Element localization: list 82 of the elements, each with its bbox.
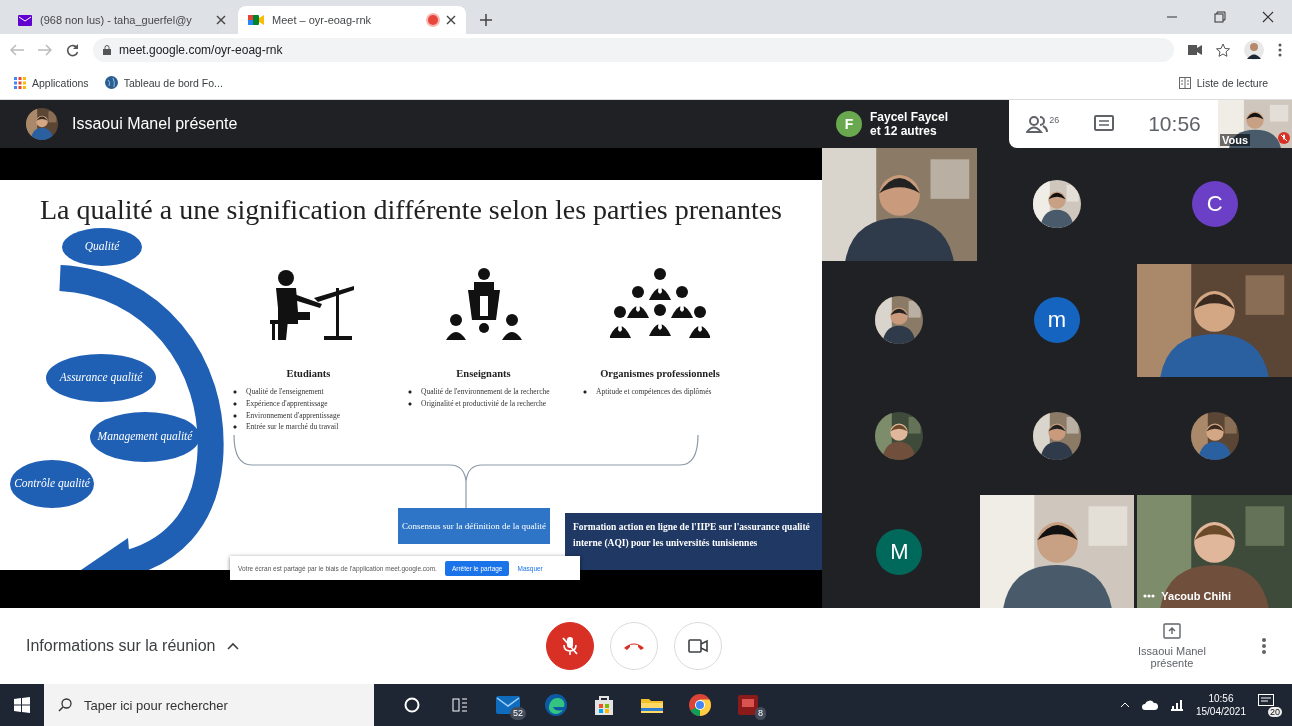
address-bar[interactable]: meet.google.com/oyr-eoag-rnk: [93, 38, 1174, 62]
participant-avatar: M: [876, 528, 923, 575]
group-heading: Etudiants: [286, 368, 331, 379]
people-group-icon: [610, 268, 710, 340]
menu-dots-icon[interactable]: [1262, 638, 1266, 654]
globe-icon: [104, 76, 118, 89]
people-button[interactable]: 26: [1026, 115, 1060, 133]
slide-title: La qualité a une signification différente selon les parties prenantes: [39, 194, 783, 226]
participant-avatar: m: [1034, 297, 1080, 344]
reading-list-button[interactable]: Liste de lecture: [1178, 76, 1268, 89]
task-view-icon[interactable]: [452, 697, 468, 713]
circle-icon[interactable]: [404, 697, 420, 713]
video-camera-icon: [248, 14, 264, 26]
group-heading: Organismes professionnels: [600, 368, 720, 379]
people-count: 26: [1049, 115, 1060, 125]
menu-dots-icon[interactable]: [1278, 43, 1282, 57]
lecture-podium-icon: [443, 268, 524, 340]
presenter-name: Issaoui Manel présente: [72, 115, 238, 133]
course-banner: Formation action en ligne de l'IIPE sur l'assurance qualité interne (AQI) pour les universités tunisiennes: [565, 513, 822, 570]
people-icon: [1026, 115, 1049, 133]
phone-hangup-icon: [623, 641, 645, 651]
caret-up-icon[interactable]: [227, 642, 240, 650]
camera-button[interactable]: [674, 622, 722, 670]
consensus-box: Consensus sur la définition de la qualité: [398, 508, 550, 544]
presenting-status: Issaoui Manel présente: [1137, 645, 1207, 669]
clock-date: 15/04/2021: [1195, 705, 1246, 719]
clock-time: 10:56: [1208, 691, 1234, 705]
muted-mic-icon: [1278, 132, 1290, 144]
search-icon: [58, 698, 72, 712]
more-dots-icon[interactable]: [1143, 594, 1156, 598]
participant-avatar: F: [836, 111, 862, 137]
participant-name: Faycel Faycel: [870, 109, 949, 124]
tab-title: Meet – oyr-eoag-rnk: [272, 14, 373, 26]
reading-list-icon: [1178, 76, 1191, 89]
bookmark[interactable]: Tableau de bord Fo...: [104, 76, 223, 89]
url-text: meet.google.com/oyr-eoag-rnk: [119, 43, 283, 57]
notification-button[interactable]: 20: [1258, 693, 1282, 717]
bookmark[interactable]: Applications: [14, 76, 89, 89]
shopping-bag-icon[interactable]: [594, 695, 614, 715]
chat-icon[interactable]: [1093, 115, 1114, 133]
plus-icon[interactable]: [480, 14, 492, 26]
notification-icon: [1258, 693, 1274, 708]
stage-label: Contrôle qualité: [10, 460, 94, 508]
envelope-icon: [18, 14, 32, 26]
search-placeholder: Taper ici pour rechercher: [84, 697, 228, 713]
network-icon[interactable]: [1169, 699, 1184, 711]
participant-avatar: C: [1191, 181, 1238, 228]
close-icon[interactable]: [1262, 11, 1274, 23]
stage-label: Qualité: [62, 228, 142, 266]
meeting-info-button[interactable]: Informations sur la réunion: [26, 637, 216, 655]
restore-icon[interactable]: [1214, 11, 1226, 23]
browser-tab[interactable]: (968 non lus) - taha_guerfel@y: [8, 6, 236, 34]
participant-name: Yacoub Chihi: [1161, 590, 1231, 602]
tab-title: (968 non lus) - taha_guerfel@y: [40, 14, 193, 26]
browser-logo-icon[interactable]: [545, 694, 567, 716]
apps-grid-icon: [14, 76, 26, 89]
close-icon[interactable]: [216, 15, 226, 25]
reload-icon[interactable]: [66, 43, 79, 57]
star-icon[interactable]: [1216, 43, 1230, 57]
taskbar-search-field[interactable]: Taper ici pour rechercher: [44, 684, 374, 726]
close-icon[interactable]: [446, 15, 456, 25]
present-screen-icon[interactable]: [1163, 623, 1181, 639]
muted-mic-icon: [562, 636, 578, 656]
camera-icon: [688, 639, 708, 653]
lock-icon: [103, 45, 111, 55]
camera-icon[interactable]: [1188, 45, 1202, 55]
browser-tab[interactable]: Meet – oyr-eoag-rnk: [238, 6, 466, 34]
unread-badge: 52: [510, 707, 526, 720]
profile-avatar-icon[interactable]: [1244, 40, 1264, 60]
stage-label: Management qualité: [90, 412, 200, 462]
stage-label: Assurance qualité: [46, 354, 156, 402]
app-icon[interactable]: [738, 695, 758, 715]
folder-icon[interactable]: [641, 697, 663, 713]
notification-count: 20: [1268, 706, 1282, 717]
cloud-icon[interactable]: [1141, 700, 1158, 710]
participant-count-text: et 12 autres: [870, 124, 938, 139]
self-label: Vous: [1220, 134, 1251, 146]
meeting-time: 10:56: [1148, 112, 1201, 136]
browser-logo-icon[interactable]: [689, 694, 711, 716]
group-heading: Enseignants: [456, 368, 511, 379]
microphone-button[interactable]: [546, 622, 594, 670]
windows-logo-icon[interactable]: [14, 697, 30, 713]
